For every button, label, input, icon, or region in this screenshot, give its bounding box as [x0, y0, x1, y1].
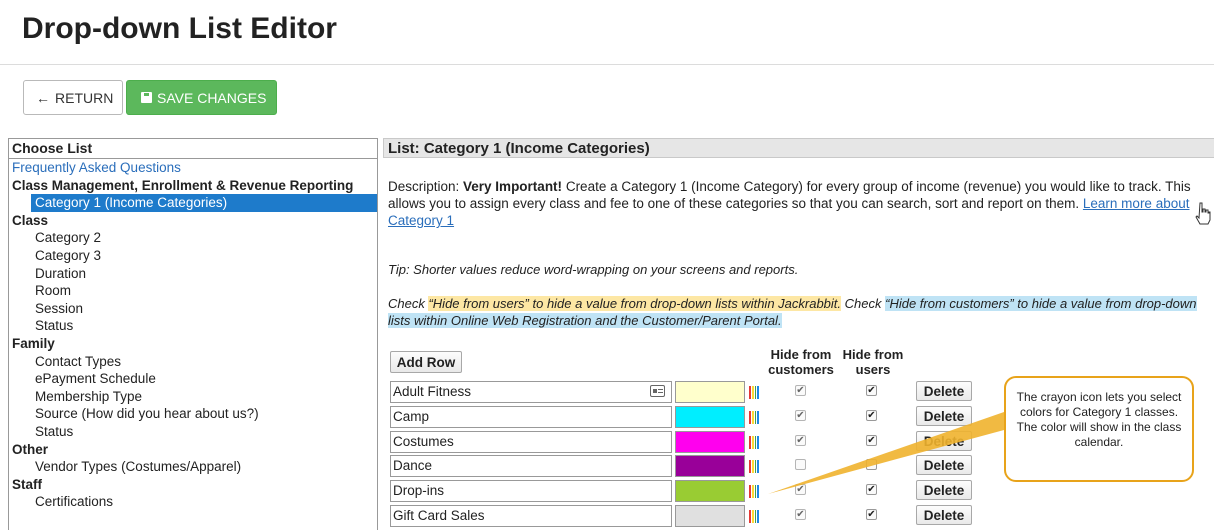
- callout-line-1: The crayon icon lets you select colors f…: [1016, 390, 1182, 419]
- delete-button[interactable]: Delete: [916, 381, 972, 401]
- list-description: Description: Very Important! Create a Ca…: [388, 178, 1214, 229]
- title-bar: Drop-down List Editor: [0, 0, 1214, 65]
- color-swatch[interactable]: [675, 405, 745, 428]
- hide-from-customers-checkbox[interactable]: [795, 459, 806, 471]
- hide-from-users-checkbox[interactable]: ✔: [866, 409, 877, 421]
- check-mid: Check: [841, 296, 886, 311]
- crayon-icon[interactable]: [749, 485, 759, 499]
- value-input[interactable]: Costumes: [390, 430, 672, 453]
- value-row: Camp ✔ ✔ Delete: [390, 405, 980, 428]
- hide-from-users-checkbox[interactable]: ✔: [866, 509, 877, 520]
- hide-from-customers-header: Hide from customers: [768, 347, 834, 377]
- tree-item[interactable]: Category 2: [9, 229, 377, 247]
- save-label: SAVE CHANGES: [157, 89, 267, 106]
- tree-item[interactable]: Membership Type: [9, 388, 377, 406]
- hide-users-note: “Hide from users” to hide a value from d…: [428, 296, 842, 311]
- hide-from-customers-checkbox[interactable]: ✔: [795, 484, 806, 496]
- crayon-icon[interactable]: [749, 460, 759, 474]
- tree-item[interactable]: Session: [9, 300, 377, 318]
- callout-line-2: The color will show in the class calenda…: [1016, 420, 1182, 449]
- tree-group-label: Other: [12, 441, 49, 457]
- delete-button[interactable]: Delete: [916, 455, 972, 476]
- value-input[interactable]: Camp: [390, 405, 672, 428]
- color-swatch[interactable]: [675, 381, 745, 403]
- hide-from-users-checkbox[interactable]: ✔: [866, 434, 877, 446]
- tree-item[interactable]: Category 3: [9, 247, 377, 265]
- hide-from-users-checkbox[interactable]: [866, 459, 877, 471]
- crayon-icon[interactable]: [749, 386, 759, 399]
- save-changes-button[interactable]: SAVE CHANGES: [126, 80, 277, 115]
- hide-from-customers-checkbox[interactable]: ✔: [795, 385, 806, 396]
- floppy-disk-icon: [141, 92, 152, 103]
- value-input[interactable]: Dance: [390, 455, 672, 478]
- crayon-icon[interactable]: [749, 435, 759, 449]
- contact-card-icon: [650, 385, 665, 397]
- value-row: Gift Card Sales ✔ ✔ Delete: [390, 505, 980, 527]
- delete-button[interactable]: Delete: [916, 405, 972, 426]
- tree-group-label: Staff: [12, 476, 42, 492]
- hide-from-customers-checkbox[interactable]: ✔: [795, 409, 806, 421]
- check-prefix: Check: [388, 296, 429, 311]
- color-swatch[interactable]: [675, 455, 745, 478]
- choose-list-panel: Choose List Frequently Asked Questions Cl…: [8, 138, 378, 530]
- description-prefix: Description:: [388, 179, 464, 194]
- tree-group-label: Class Management, Enrollment & Revenue R…: [12, 177, 354, 193]
- arrow-left-icon: ←: [36, 89, 50, 106]
- tree-item[interactable]: Source (How did you hear about us?): [9, 405, 377, 423]
- tree-group-label: Family: [12, 335, 55, 351]
- hand-cursor-icon: [1195, 202, 1211, 225]
- crayon-icon[interactable]: [749, 510, 759, 523]
- tree-item[interactable]: Status: [9, 423, 377, 441]
- tree-group-label: Class: [12, 212, 49, 228]
- tree-item[interactable]: Status: [9, 317, 377, 335]
- value-row: Costumes ✔ ✔ Delete: [390, 430, 980, 453]
- delete-button[interactable]: Delete: [916, 480, 972, 501]
- tree-item[interactable]: Contact Types: [9, 353, 377, 371]
- description-emphasis: Very Important!: [463, 179, 563, 194]
- value-input[interactable]: Adult Fitness: [390, 381, 672, 403]
- hide-from-customers-checkbox[interactable]: ✔: [795, 434, 806, 446]
- add-row-button[interactable]: Add Row: [390, 351, 462, 373]
- color-swatch[interactable]: [675, 430, 745, 453]
- hide-from-customers-checkbox[interactable]: ✔: [795, 509, 806, 520]
- value-input[interactable]: Drop-ins: [390, 480, 672, 503]
- crayon-callout: The crayon icon lets you select colors f…: [1004, 376, 1194, 482]
- value-row: Dance Delete: [390, 455, 980, 478]
- delete-button[interactable]: Delete: [916, 505, 972, 525]
- choose-list-heading: Choose List: [9, 139, 377, 159]
- page-title: Drop-down List Editor: [22, 12, 337, 45]
- tree-item[interactable]: Certifications: [9, 493, 377, 511]
- tree-item[interactable]: Category 1 (Income Categories): [31, 194, 377, 212]
- hide-from-users-checkbox[interactable]: ✔: [866, 385, 877, 396]
- hide-instructions: Check “Hide from users” to hide a value …: [388, 295, 1214, 329]
- value-input[interactable]: Gift Card Sales: [390, 505, 672, 527]
- tree-item[interactable]: Vendor Types (Costumes/Apparel): [9, 458, 377, 476]
- tree-item[interactable]: ePayment Schedule: [9, 370, 377, 388]
- faq-link[interactable]: Frequently Asked Questions: [9, 159, 377, 177]
- tree-item[interactable]: Duration: [9, 265, 377, 283]
- value-row: Drop-ins ✔ ✔ Delete: [390, 480, 980, 503]
- delete-button[interactable]: Delete: [916, 430, 972, 451]
- tree-item[interactable]: Room: [9, 282, 377, 300]
- value-row: Adult Fitness ✔ ✔ Delete: [390, 381, 980, 403]
- crayon-icon[interactable]: [749, 410, 759, 424]
- color-swatch[interactable]: [675, 480, 745, 503]
- list-tree: Frequently Asked Questions Class Manageme…: [9, 159, 377, 511]
- hide-from-users-checkbox[interactable]: ✔: [866, 484, 877, 496]
- return-label: RETURN: [55, 89, 114, 106]
- color-swatch[interactable]: [675, 505, 745, 527]
- list-heading: List: Category 1 (Income Categories): [383, 138, 1214, 158]
- tip-text: Tip: Shorter values reduce word-wrapping…: [388, 262, 799, 277]
- hide-from-users-header: Hide from users: [842, 347, 904, 377]
- return-button[interactable]: ← RETURN: [23, 80, 123, 115]
